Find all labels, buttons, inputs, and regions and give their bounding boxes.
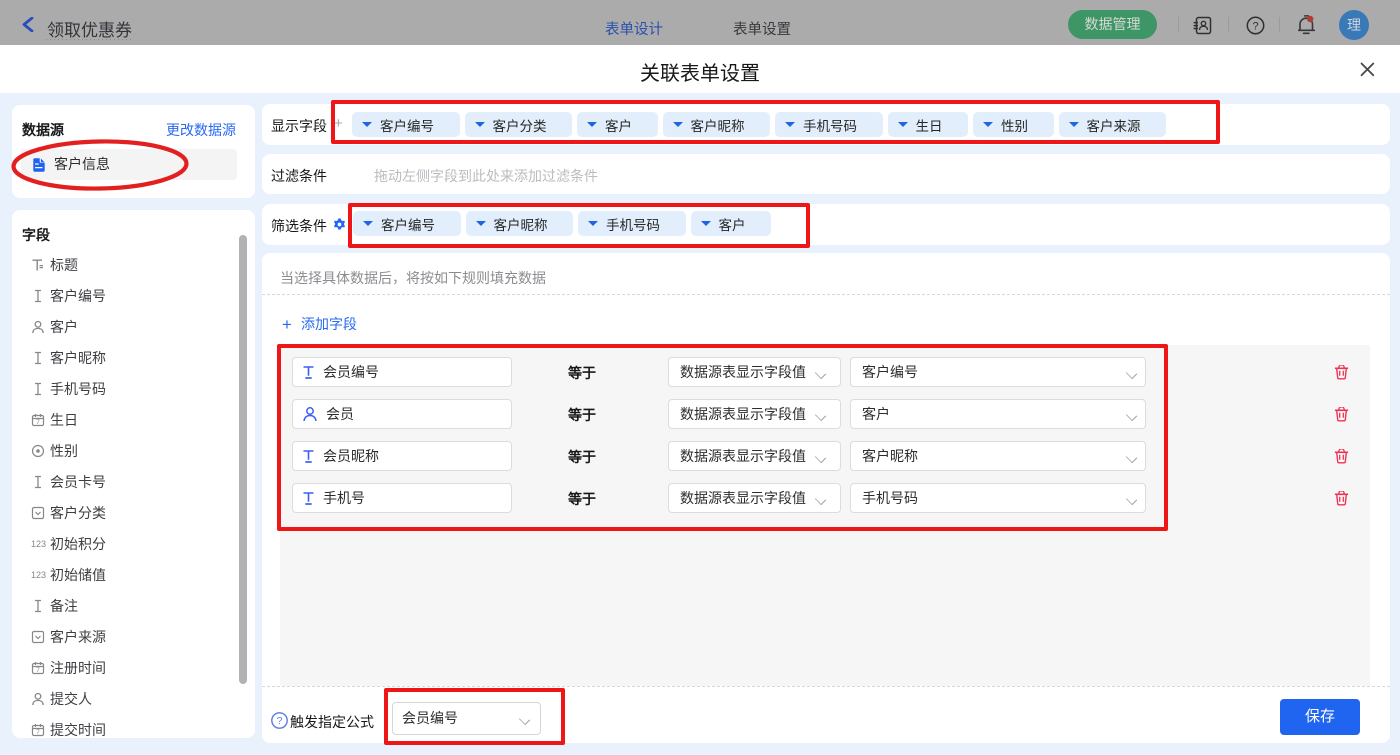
svg-text:?: ? <box>1252 21 1258 33</box>
svg-text:?: ? <box>277 715 283 727</box>
